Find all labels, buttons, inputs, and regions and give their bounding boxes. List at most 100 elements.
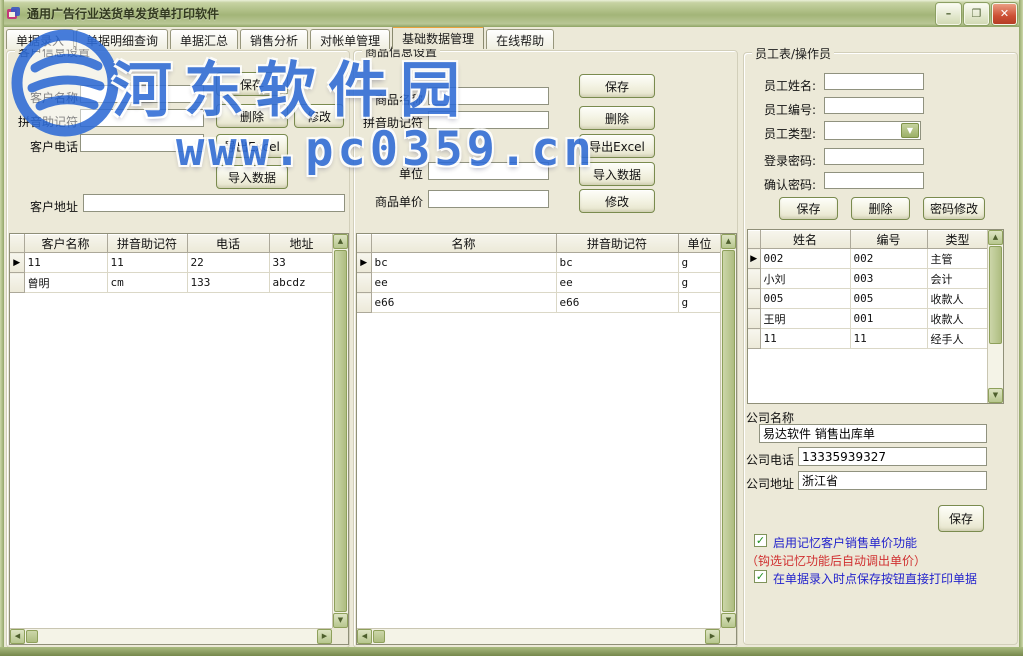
arrow-up-icon: ▲	[338, 238, 343, 245]
vscroll-thumb[interactable]	[722, 250, 735, 612]
table-cell: 005	[760, 289, 850, 309]
employee-id-label: 员工编号:	[750, 101, 816, 118]
column-header[interactable]: 拼音助记符	[556, 234, 678, 253]
product-grid-vscrollbar[interactable]: ▲ ▼	[720, 234, 736, 628]
hscroll-thumb[interactable]	[373, 630, 385, 643]
customer-import-data-button[interactable]: 导入数据	[216, 165, 288, 189]
login-password-input[interactable]	[824, 148, 924, 165]
customer-address-input[interactable]	[83, 194, 345, 212]
tab-bar: 单据录入 单据明细查询 单据汇总 销售分析 对帐单管理 基础数据管理 在线帮助	[6, 28, 1017, 49]
employee-delete-button[interactable]: 删除	[851, 197, 910, 220]
column-header[interactable]: 单位	[678, 234, 720, 253]
customer-pinyin-label: 拼音助记符	[16, 113, 78, 130]
product-pinyin-input[interactable]	[428, 111, 549, 129]
customer-phone-input[interactable]	[80, 134, 204, 152]
column-header[interactable]: 姓名	[760, 230, 850, 249]
product-modify-button[interactable]: 修改	[579, 189, 655, 213]
column-header[interactable]: 编号	[850, 230, 927, 249]
table-cell: 11	[107, 253, 187, 273]
table-row[interactable]: ▶002002主管	[748, 249, 987, 269]
scroll-down-button[interactable]: ▼	[721, 613, 736, 628]
customer-modify-button[interactable]: 修改	[294, 104, 344, 128]
column-header[interactable]: 客户名称	[24, 234, 107, 253]
customer-export-excel-button[interactable]: 导出Excel	[216, 134, 288, 158]
remember-price-checkbox[interactable]: ✓	[754, 534, 767, 547]
scroll-up-button[interactable]: ▲	[333, 234, 348, 249]
table-cell: 收款人	[927, 289, 987, 309]
table-row[interactable]: ▶11112233	[10, 253, 332, 273]
scroll-up-button[interactable]: ▲	[721, 234, 736, 249]
table-row[interactable]: e66e66g	[357, 293, 720, 313]
customer-save-button[interactable]: 保存	[216, 72, 288, 96]
employee-grid-vscrollbar[interactable]: ▲ ▼	[987, 230, 1003, 403]
customer-grid-hscrollbar[interactable]: ◀ ▶	[10, 628, 332, 644]
company-save-button[interactable]: 保存	[938, 505, 984, 532]
column-header[interactable]: 拼音助记符	[107, 234, 187, 253]
maximize-button[interactable]: ❐	[964, 3, 989, 25]
hscroll-thumb[interactable]	[26, 630, 38, 643]
scroll-left-button[interactable]: ◀	[357, 629, 372, 644]
customer-grid-vscrollbar[interactable]: ▲ ▼	[332, 234, 348, 628]
print-on-save-checkbox[interactable]: ✓	[754, 570, 767, 583]
row-pointer-icon: ▶	[357, 253, 371, 273]
scroll-down-button[interactable]: ▼	[988, 388, 1003, 403]
company-address-input[interactable]	[798, 471, 987, 490]
change-password-button[interactable]: 密码修改	[923, 197, 985, 220]
product-pinyin-label: 拼音助记符	[361, 114, 423, 131]
column-header[interactable]: 类型	[927, 230, 987, 249]
product-save-button[interactable]: 保存	[579, 74, 655, 98]
product-grid-hscrollbar[interactable]: ◀ ▶	[357, 628, 720, 644]
employee-save-button[interactable]: 保存	[779, 197, 838, 220]
vscroll-thumb[interactable]	[989, 246, 1002, 344]
customer-pinyin-input[interactable]	[80, 109, 204, 127]
scroll-right-button[interactable]: ▶	[317, 629, 332, 644]
tab-basic-data-management[interactable]: 基础数据管理	[392, 25, 484, 49]
remember-price-label[interactable]: 启用记忆客户销售单价功能	[773, 534, 917, 551]
scroll-right-button[interactable]: ▶	[705, 629, 720, 644]
employee-type-select[interactable]: ▼	[824, 121, 921, 140]
employee-name-input[interactable]	[824, 73, 924, 90]
customer-delete-button[interactable]: 删除	[216, 104, 288, 128]
scroll-up-button[interactable]: ▲	[988, 230, 1003, 245]
scroll-down-button[interactable]: ▼	[333, 613, 348, 628]
tab-bill-summary[interactable]: 单据汇总	[170, 29, 238, 49]
tab-online-help[interactable]: 在线帮助	[486, 29, 554, 49]
table-row[interactable]: ▶bcbcg	[357, 253, 720, 273]
tab-sales-analysis[interactable]: 销售分析	[240, 29, 308, 49]
product-delete-button[interactable]: 删除	[579, 106, 655, 130]
confirm-password-input[interactable]	[824, 172, 924, 189]
tab-bill-detail-query[interactable]: 单据明细查询	[76, 29, 168, 49]
product-import-data-button[interactable]: 导入数据	[579, 162, 655, 186]
customer-name-input[interactable]	[80, 85, 204, 103]
titlebar[interactable]: 通用广告行业送货单发货单打印软件 – ❐ ✕	[0, 0, 1023, 27]
scroll-left-button[interactable]: ◀	[10, 629, 25, 644]
product-price-input[interactable]	[428, 190, 549, 208]
minimize-button[interactable]: –	[936, 3, 961, 25]
company-name-input[interactable]	[759, 424, 987, 443]
employee-id-input[interactable]	[824, 97, 924, 114]
company-phone-input[interactable]	[798, 447, 987, 466]
table-row[interactable]: 小刘003会计	[748, 269, 987, 289]
table-row[interactable]: 王明001收款人	[748, 309, 987, 329]
product-price-label: 商品单价	[361, 193, 423, 210]
print-on-save-label[interactable]: 在单据录入时点保存按钮直接打印单据	[773, 570, 977, 587]
column-header[interactable]: 名称	[371, 234, 556, 253]
table-cell: bc	[556, 253, 678, 273]
column-header[interactable]: 电话	[187, 234, 269, 253]
tab-bill-entry[interactable]: 单据录入	[6, 29, 74, 49]
tab-statement-management[interactable]: 对帐单管理	[310, 29, 390, 49]
product-name-input[interactable]	[428, 87, 549, 105]
table-row[interactable]: 1111经手人	[748, 329, 987, 349]
row-selector-cell	[357, 293, 371, 313]
close-button[interactable]: ✕	[992, 3, 1017, 25]
product-export-excel-button[interactable]: 导出Excel	[579, 134, 655, 158]
customer-panel: 客户信息设置 客户名称 拼音助记符 客户电话 客户地址 保存 删除 修改 导出E…	[6, 50, 350, 648]
company-address-label: 公司地址	[746, 475, 794, 492]
combo-dropdown-button[interactable]: ▼	[901, 123, 919, 138]
table-row[interactable]: eeeeg	[357, 273, 720, 293]
vscroll-thumb[interactable]	[334, 250, 347, 612]
column-header[interactable]: 地址	[269, 234, 332, 253]
product-unit-input[interactable]	[428, 162, 549, 180]
table-row[interactable]: 曾明cm133abcdz	[10, 273, 332, 293]
table-row[interactable]: 005005收款人	[748, 289, 987, 309]
